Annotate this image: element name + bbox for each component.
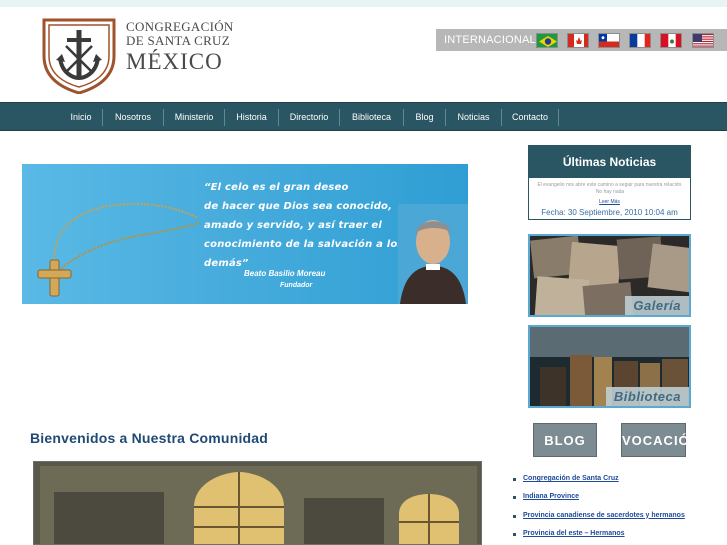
main-nav: Inicio Nosotros Ministerio Historia Dire… — [0, 102, 727, 131]
logo-text: CONGREGACIÓN DE SANTA CRUZ MÉXICO — [126, 19, 234, 75]
library-tile[interactable]: Biblioteca — [528, 325, 691, 408]
nav-item-ministerio[interactable]: Ministerio — [164, 103, 224, 132]
link-text[interactable]: Provincia canadiense de sacerdotes y her… — [523, 512, 685, 519]
latest-news-title: Últimas Noticias — [529, 146, 690, 178]
bullet-icon — [513, 478, 516, 481]
list-item[interactable]: Congregación de Santa Cruz — [511, 473, 726, 491]
top-strip — [0, 0, 727, 7]
vocacion-button[interactable]: VOCACIÓN — [621, 423, 699, 457]
logo-line-3: MÉXICO — [126, 49, 223, 74]
list-item[interactable]: Provincia canadiense de sacerdotes y her… — [511, 510, 726, 528]
community-photo — [33, 461, 482, 545]
chile-flag-icon[interactable] — [598, 33, 620, 48]
bullet-icon — [513, 532, 516, 536]
gallery-tile[interactable]: Galería — [528, 234, 691, 317]
quote-line: “El celo es el gran deseo — [204, 182, 349, 193]
library-label: Biblioteca — [605, 387, 689, 406]
brazil-flag-icon[interactable] — [536, 33, 558, 48]
quote-line: de hacer que Dios sea conocido, — [204, 201, 393, 212]
site-logo[interactable]: CONGREGACIÓN DE SANTA CRUZ MÉXICO — [38, 16, 238, 96]
external-links-list: Congregación de Santa Cruz Indiana Provi… — [511, 473, 726, 545]
language-bar: INTERNACIONAL — [436, 29, 727, 51]
latest-news-box: Últimas Noticias El evangelio nos abre e… — [528, 145, 691, 220]
nav-item-contacto[interactable]: Contacto — [502, 103, 558, 132]
link-text[interactable]: Congregación de Santa Cruz — [523, 475, 619, 482]
logo-line-2: DE SANTA CRUZ — [126, 33, 230, 48]
rosary-cross-icon — [37, 202, 201, 297]
usa-flag-icon[interactable] — [692, 33, 714, 48]
link-text[interactable]: Indiana Province — [523, 493, 579, 500]
cross-anchors-emblem-icon — [42, 18, 116, 94]
quote-role: Fundador — [280, 282, 313, 289]
link-text[interactable]: Provincia del este – Hermanos — [523, 530, 625, 537]
quote-line: conocimiento de la salvación a los — [204, 239, 404, 250]
nav-item-blog[interactable]: Blog — [404, 103, 445, 132]
nav-item-inicio[interactable]: Inicio — [60, 103, 102, 132]
nav-item-noticias[interactable]: Noticias — [446, 103, 501, 132]
nav-item-directorio[interactable]: Directorio — [279, 103, 339, 132]
peru-flag-icon[interactable] — [660, 33, 682, 48]
nav-divider — [558, 109, 559, 126]
welcome-title: Bienvenidos a Nuestra Comunidad — [30, 430, 269, 446]
quote-line: amado y servido, y así traer el — [204, 220, 383, 231]
list-item[interactable]: Indiana Province — [511, 491, 726, 509]
list-item[interactable]: Provincia del este – Hermanos — [511, 528, 726, 545]
blog-button[interactable]: BLOG — [533, 423, 597, 457]
news-date: Fecha: 30 Septiembre, 2010 10:04 am — [541, 208, 678, 217]
bullet-icon — [513, 496, 516, 500]
logo-line-1: CONGREGACIÓN — [126, 19, 234, 34]
international-label: INTERNACIONAL — [444, 34, 536, 46]
quote-author: Beato Basilio Moreau — [244, 269, 326, 278]
nav-item-biblioteca[interactable]: Biblioteca — [340, 103, 403, 132]
news-excerpt: El evangelio nos abre este camino a segu… — [537, 182, 683, 195]
canada-flag-icon[interactable] — [567, 33, 589, 48]
banner-quote: “El celo es el gran deseo de hacer que D… — [204, 178, 404, 273]
france-flag-icon[interactable] — [629, 33, 651, 48]
nav-item-nosotros[interactable]: Nosotros — [103, 103, 163, 132]
read-more-link[interactable]: Leer Más — [529, 199, 690, 205]
hero-banner: “El celo es el gran deseo de hacer que D… — [22, 164, 468, 304]
gallery-label: Galería — [625, 296, 689, 315]
founder-portrait — [398, 204, 468, 304]
nav-item-historia[interactable]: Historia — [225, 103, 278, 132]
bullet-icon — [513, 514, 516, 518]
